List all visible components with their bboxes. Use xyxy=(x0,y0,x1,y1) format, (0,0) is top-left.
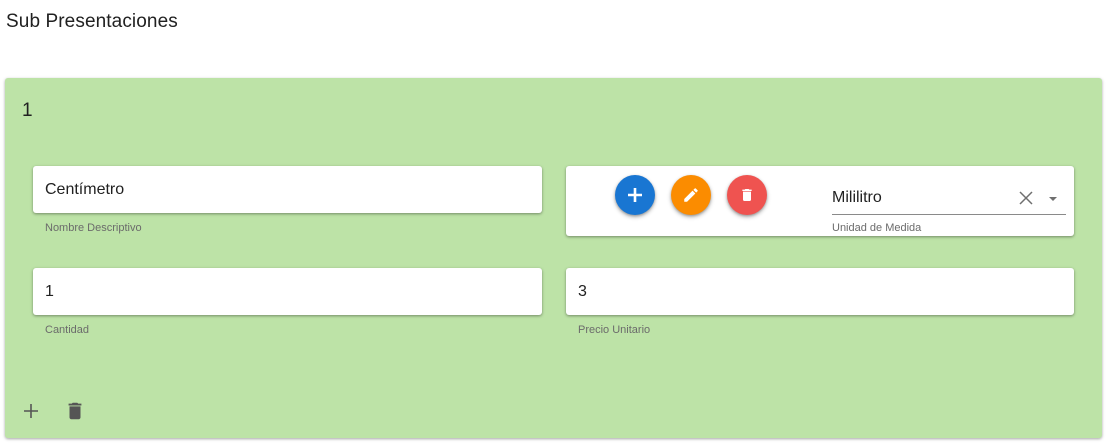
trash-icon xyxy=(742,189,752,201)
unidad-de-medida-field: Mililitro xyxy=(566,166,1074,236)
precio-unitario-value[interactable]: 3 xyxy=(578,282,587,302)
precio-unitario-hint: Precio Unitario xyxy=(578,324,651,336)
nombre-descriptivo-value[interactable]: Centímetro xyxy=(45,180,124,200)
add-unit-button[interactable] xyxy=(615,175,655,215)
unidad-de-medida-value[interactable]: Mililitro xyxy=(832,188,882,208)
card-number: 1 xyxy=(22,100,33,121)
page-title: Sub Presentaciones xyxy=(6,11,178,32)
plus-icon xyxy=(628,188,642,202)
add-sub-presentation-button[interactable] xyxy=(20,400,42,422)
unidad-de-medida-select[interactable]: Mililitro xyxy=(832,184,1066,215)
chevron-down-icon[interactable] xyxy=(1046,192,1060,206)
nombre-descriptivo-field[interactable]: Centímetro xyxy=(33,166,542,213)
nombre-descriptivo-hint: Nombre Descriptivo xyxy=(45,222,142,234)
delete-unit-button[interactable] xyxy=(727,175,767,215)
precio-unitario-field[interactable]: 3 xyxy=(566,268,1074,315)
cantidad-hint: Cantidad xyxy=(45,324,90,336)
cantidad-field[interactable]: 1 xyxy=(33,268,542,315)
clear-icon[interactable] xyxy=(1017,189,1035,207)
cantidad-value[interactable]: 1 xyxy=(45,282,54,302)
pencil-icon xyxy=(684,188,698,202)
edit-unit-button[interactable] xyxy=(671,175,711,215)
delete-sub-presentation-button[interactable] xyxy=(64,400,86,422)
unidad-de-medida-hint: Unidad de Medida xyxy=(832,222,922,234)
sub-presentation-card: 1 Centímetro Nombre Descriptivo Mililitr… xyxy=(5,78,1102,438)
